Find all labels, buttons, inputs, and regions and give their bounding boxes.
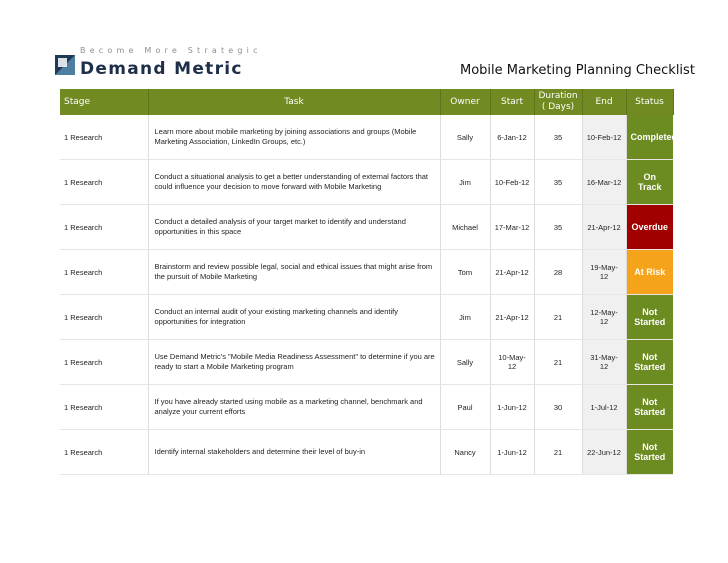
table-row: 1 Research Learn more about mobile market…	[60, 115, 677, 160]
duration-cell: 21	[533, 429, 582, 475]
stage-cell: 1 Research	[60, 339, 148, 385]
status-cell: Completed	[625, 115, 677, 160]
duration-cell: 21	[533, 294, 582, 340]
table-row: 1 Research Brainstorm and review possible…	[60, 249, 673, 295]
end-date-cell: 16-Mar-12	[581, 159, 626, 205]
end-date-cell: 10-Feb-12	[581, 115, 626, 160]
start-date-cell: 6-Jan-12	[489, 115, 534, 160]
owner-cell: Sally	[439, 115, 490, 160]
column-header-owner: Owner	[440, 89, 491, 115]
duration-cell: 21	[533, 339, 582, 385]
end-date-cell: 1-Jul-12	[581, 384, 626, 430]
end-date-cell: 22-Jun-12	[581, 429, 626, 475]
duration-cell: 30	[533, 384, 582, 430]
status-cell: On Track	[625, 159, 673, 205]
owner-cell: Tom	[439, 249, 490, 295]
start-date-cell: 21-Apr-12	[489, 249, 534, 295]
owner-cell: Jim	[439, 159, 490, 205]
end-date-cell: 31-May-12	[581, 339, 626, 385]
column-header-task: Task	[148, 89, 441, 115]
status-cell: Not Started	[625, 429, 673, 475]
table-row: 1 Research Conduct a detailed analysis of…	[60, 204, 673, 250]
checklist-table: Stage Task Owner Start Duration ( Days) …	[60, 89, 677, 475]
brand-name: Demand Metric	[80, 59, 243, 79]
stage-cell: 1 Research	[60, 204, 148, 250]
task-cell: Conduct a situational analysis to get a …	[147, 159, 440, 205]
task-cell: If you have already started using mobile…	[147, 384, 440, 430]
task-cell: Brainstorm and review possible legal, so…	[147, 249, 440, 295]
duration-cell: 35	[533, 204, 582, 250]
demand-metric-logo-icon	[55, 55, 75, 75]
start-date-cell: 21-Apr-12	[489, 294, 534, 340]
owner-cell: Jim	[439, 294, 490, 340]
stage-cell: 1 Research	[60, 429, 148, 475]
duration-cell: 28	[533, 249, 582, 295]
end-date-cell: 21-Apr-12	[581, 204, 626, 250]
column-header-duration: Duration ( Days)	[534, 89, 583, 115]
task-cell: Learn more about mobile marketing by joi…	[147, 115, 440, 160]
status-cell: At Risk	[625, 249, 673, 295]
task-cell: Conduct an internal audit of your existi…	[147, 294, 440, 340]
status-cell: Not Started	[625, 294, 673, 340]
stage-cell: 1 Research	[60, 249, 148, 295]
owner-cell: Michael	[439, 204, 490, 250]
end-date-cell: 19-May-12	[581, 249, 626, 295]
duration-cell: 35	[533, 115, 582, 160]
brand-tagline: Become More Strategic	[80, 46, 262, 55]
start-date-cell: 17-Mar-12	[489, 204, 534, 250]
status-cell: Overdue	[625, 204, 673, 250]
start-date-cell: 1-Jun-12	[489, 384, 534, 430]
stage-cell: 1 Research	[60, 384, 148, 430]
start-date-cell: 1-Jun-12	[489, 429, 534, 475]
owner-cell: Nancy	[439, 429, 490, 475]
table-row: 1 Research Use Demand Metric's "Mobile Me…	[60, 339, 673, 385]
column-header-start: Start	[490, 89, 535, 115]
task-cell: Conduct a detailed analysis of your targ…	[147, 204, 440, 250]
task-cell: Use Demand Metric's "Mobile Media Readin…	[147, 339, 440, 385]
table-row: 1 Research If you have already started us…	[60, 384, 673, 430]
table-body: 1 Research Learn more about mobile market…	[60, 115, 677, 475]
task-cell: Identify internal stakeholders and deter…	[147, 429, 440, 475]
end-date-cell: 12-May-12	[581, 294, 626, 340]
column-header-stage: Stage	[60, 89, 149, 115]
header-row: Stage Task Owner Start Duration ( Days) …	[60, 89, 674, 115]
owner-cell: Paul	[439, 384, 490, 430]
duration-cell: 35	[533, 159, 582, 205]
start-date-cell: 10-May-12	[489, 339, 534, 385]
status-cell: Not Started	[625, 384, 673, 430]
table-row: 1 Research Identify internal stakeholders…	[60, 429, 673, 475]
stage-cell: 1 Research	[60, 294, 148, 340]
column-header-end: End	[582, 89, 627, 115]
stage-cell: 1 Research	[60, 159, 148, 205]
owner-cell: Sally	[439, 339, 490, 385]
status-cell: Not Started	[625, 339, 673, 385]
table-row: 1 Research Conduct an internal audit of y…	[60, 294, 673, 340]
stage-cell: 1 Research	[60, 115, 148, 160]
start-date-cell: 10-Feb-12	[489, 159, 534, 205]
page-title: Mobile Marketing Planning Checklist	[460, 63, 695, 78]
column-header-status: Status	[626, 89, 674, 115]
table-row: 1 Research Conduct a situational analysis…	[60, 159, 673, 205]
